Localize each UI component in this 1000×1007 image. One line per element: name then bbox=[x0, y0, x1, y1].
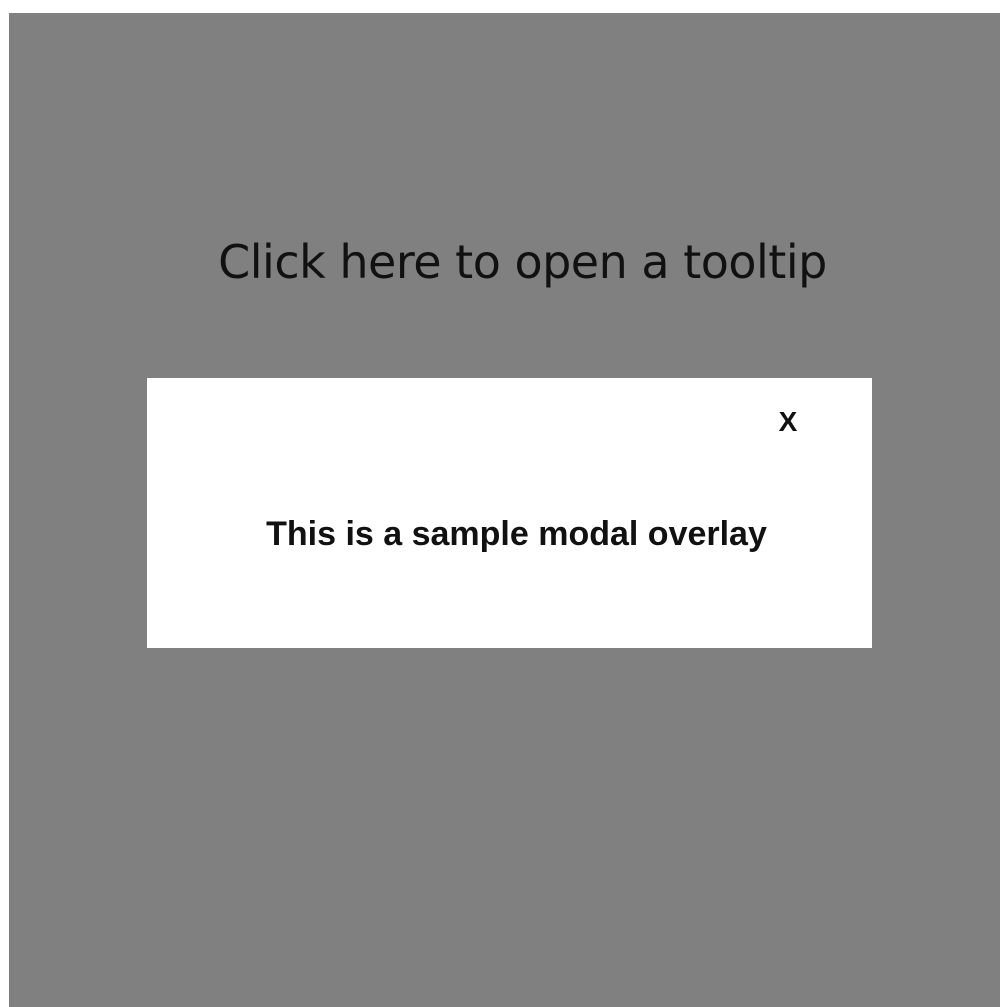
modal-close-button[interactable]: X bbox=[763, 400, 813, 444]
open-tooltip-trigger[interactable]: Click here to open a tooltip bbox=[9, 235, 1000, 290]
page: Click here to open a tooltip X This is a… bbox=[0, 0, 1000, 1007]
modal-message: This is a sample modal overlay bbox=[266, 515, 767, 553]
modal-dialog: X This is a sample modal overlay bbox=[147, 378, 872, 648]
